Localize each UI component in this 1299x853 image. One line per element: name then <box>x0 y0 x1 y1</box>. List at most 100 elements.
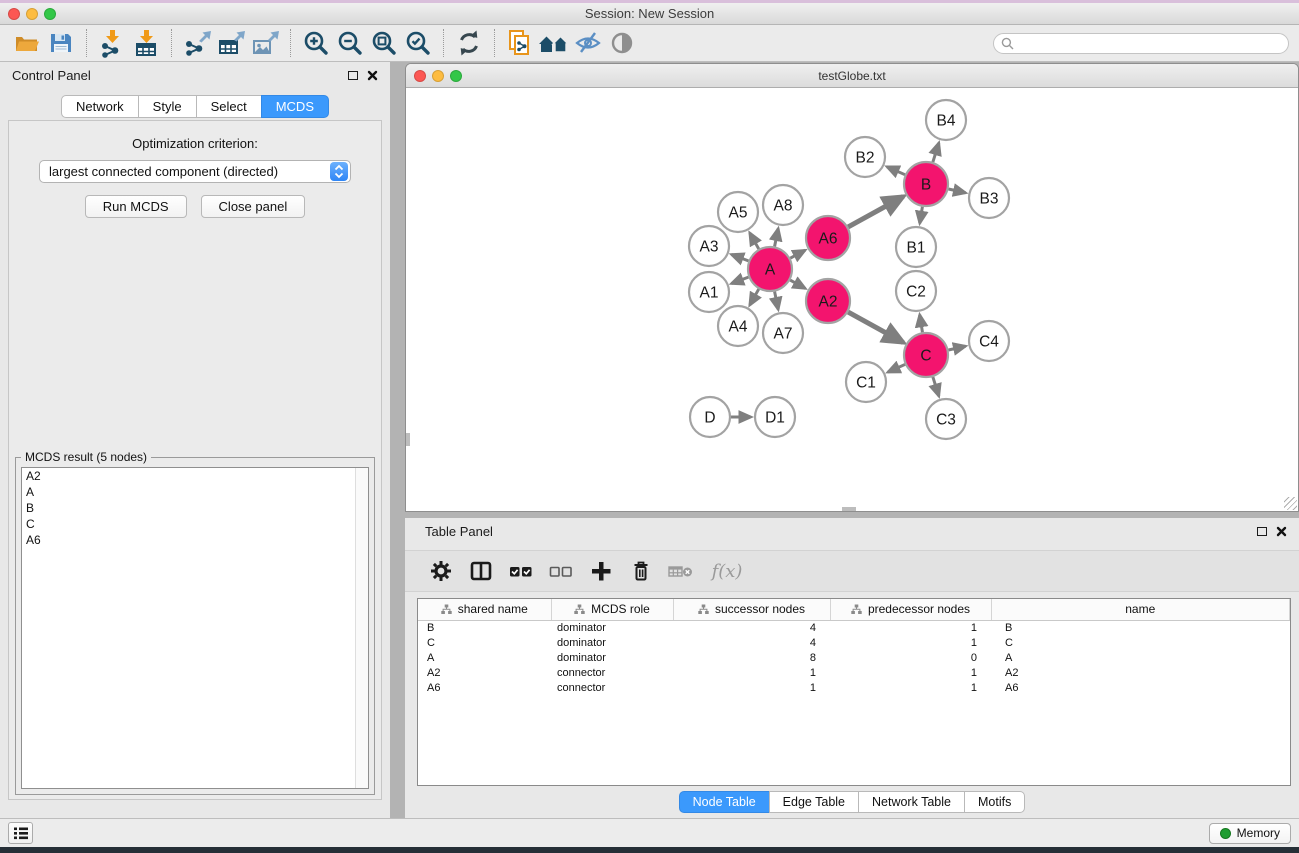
add-row-button[interactable] <box>581 554 621 588</box>
table-cell[interactable]: 4 <box>673 635 830 650</box>
result-scrollbar[interactable] <box>355 468 368 788</box>
criterion-dropdown[interactable]: largest connected component (directed) <box>39 160 351 183</box>
graph-edge-B-B2[interactable] <box>887 167 905 175</box>
graph-node-C4[interactable]: C4 <box>969 321 1009 361</box>
close-panel-button[interactable]: Close panel <box>201 195 306 218</box>
tab-network[interactable]: Network <box>61 95 139 118</box>
show-column-button[interactable] <box>461 554 501 588</box>
graph-node-C[interactable]: C <box>904 333 948 377</box>
graph-node-B4[interactable]: B4 <box>926 100 966 140</box>
table-row[interactable]: A2connector11A2 <box>418 665 1290 680</box>
table-cell[interactable]: A2 <box>991 665 1290 680</box>
column-header-predecessor-nodes[interactable]: predecessor nodes <box>830 599 991 620</box>
tab-node-table[interactable]: Node Table <box>679 791 770 813</box>
table-cell[interactable]: connector <box>551 665 673 680</box>
zoom-window-button[interactable] <box>44 8 56 20</box>
graph-edge-A2-C[interactable] <box>848 312 903 342</box>
import-table-button[interactable] <box>129 27 163 59</box>
graph-node-B3[interactable]: B3 <box>969 178 1009 218</box>
float-table-panel-icon[interactable] <box>1257 527 1267 536</box>
table-cell[interactable]: 0 <box>830 650 991 665</box>
graph-edge-B-B1[interactable] <box>920 207 923 224</box>
column-header-shared-name[interactable]: shared name <box>418 599 551 620</box>
table-settings-button[interactable] <box>421 554 461 588</box>
graph-node-A1[interactable]: A1 <box>689 272 729 312</box>
graph-edge-A-A8[interactable] <box>775 229 779 247</box>
graph-edge-A-A3[interactable] <box>731 254 748 260</box>
duplicate-network-button[interactable] <box>503 27 537 59</box>
graph-edge-B-B3[interactable] <box>948 189 965 193</box>
export-table-button[interactable] <box>214 27 248 59</box>
zoom-out-button[interactable] <box>333 27 367 59</box>
table-cell[interactable]: A2 <box>418 665 551 680</box>
minimize-window-button[interactable] <box>26 8 38 20</box>
result-item[interactable]: A2 <box>22 468 368 484</box>
zoom-selected-button[interactable] <box>401 27 435 59</box>
graph-edge-A-A2[interactable] <box>790 280 805 288</box>
table-row[interactable]: Adominator80A <box>418 650 1290 665</box>
graph-node-B2[interactable]: B2 <box>845 137 885 177</box>
tab-network-table[interactable]: Network Table <box>858 791 965 813</box>
table-cell[interactable]: 1 <box>830 680 991 695</box>
graph-node-A[interactable]: A <box>748 247 792 291</box>
graph-node-D[interactable]: D <box>690 397 730 437</box>
select-all-button[interactable] <box>501 554 541 588</box>
column-header-MCDS-role[interactable]: MCDS role <box>551 599 673 620</box>
table-cell[interactable]: 1 <box>673 680 830 695</box>
save-session-button[interactable] <box>44 27 78 59</box>
graph-node-C3[interactable]: C3 <box>926 399 966 439</box>
graph-edge-C-C4[interactable] <box>948 346 965 350</box>
table-cell[interactable]: C <box>418 635 551 650</box>
delete-table-button[interactable] <box>661 554 701 588</box>
result-item[interactable]: B <box>22 500 368 516</box>
zoom-in-button[interactable] <box>299 27 333 59</box>
search-input[interactable] <box>1018 36 1281 50</box>
close-table-panel-icon[interactable] <box>1276 526 1287 537</box>
table-cell[interactable]: dominator <box>551 635 673 650</box>
table-cell[interactable]: B <box>991 620 1290 635</box>
network-window-titlebar[interactable]: testGlobe.txt <box>406 64 1298 88</box>
graph-node-D1[interactable]: D1 <box>755 397 795 437</box>
column-header-name[interactable]: name <box>991 599 1290 620</box>
table-cell[interactable]: 4 <box>673 620 830 635</box>
table-cell[interactable]: A <box>418 650 551 665</box>
result-item[interactable]: A <box>22 484 368 500</box>
table-cell[interactable]: B <box>418 620 551 635</box>
tab-edge-table[interactable]: Edge Table <box>769 791 859 813</box>
column-header-successor-nodes[interactable]: successor nodes <box>673 599 830 620</box>
graph-node-C2[interactable]: C2 <box>896 271 936 311</box>
graph-node-A8[interactable]: A8 <box>763 185 803 225</box>
table-cell[interactable]: A6 <box>418 680 551 695</box>
show-panels-button[interactable] <box>8 822 33 844</box>
export-network-button[interactable] <box>180 27 214 59</box>
tab-mcds[interactable]: MCDS <box>261 95 329 118</box>
open-session-button[interactable] <box>10 27 44 59</box>
graph-edge-A-A5[interactable] <box>750 233 759 249</box>
deselect-all-button[interactable] <box>541 554 581 588</box>
table-cell[interactable]: 1 <box>673 665 830 680</box>
hide-selected-button[interactable] <box>571 27 605 59</box>
graph-edge-C-C2[interactable] <box>920 315 923 333</box>
float-panel-icon[interactable] <box>348 71 358 80</box>
table-cell[interactable]: connector <box>551 680 673 695</box>
table-cell[interactable]: dominator <box>551 650 673 665</box>
close-panel-icon[interactable] <box>367 70 378 81</box>
delete-row-button[interactable] <box>621 554 661 588</box>
tab-motifs[interactable]: Motifs <box>964 791 1025 813</box>
network-canvas[interactable]: B4B2BB3A8A5A6A3B1AC2A1A2A4A7C4CC1DD1C3 <box>406 89 1298 511</box>
run-mcds-button[interactable]: Run MCDS <box>85 195 187 218</box>
horizontal-scroll-indicator[interactable] <box>842 507 856 511</box>
table-cell[interactable]: 1 <box>830 665 991 680</box>
graph-edge-C-C1[interactable] <box>888 364 905 372</box>
table-cell[interactable]: dominator <box>551 620 673 635</box>
table-row[interactable]: Cdominator41C <box>418 635 1290 650</box>
resize-grip[interactable] <box>1284 497 1297 510</box>
result-item[interactable]: A6 <box>22 532 368 548</box>
first-neighbors-button[interactable] <box>537 27 571 59</box>
table-cell[interactable]: A6 <box>991 680 1290 695</box>
zoom-fit-button[interactable] <box>367 27 401 59</box>
vertical-scroll-indicator[interactable] <box>406 433 410 446</box>
table-row[interactable]: A6connector11A6 <box>418 680 1290 695</box>
table-cell[interactable]: 8 <box>673 650 830 665</box>
graph-node-B[interactable]: B <box>904 162 948 206</box>
